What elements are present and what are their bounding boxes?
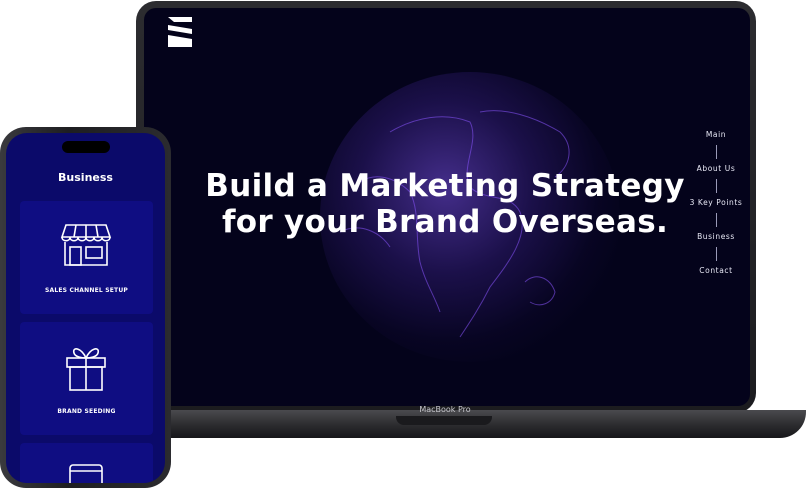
nav-divider [715, 213, 717, 227]
nav-item-main[interactable]: Main [684, 130, 748, 140]
monitor-icon [69, 464, 103, 483]
laptop-notch [396, 416, 492, 425]
nav-divider [715, 247, 717, 261]
phone-screen: Business SALES CHANNEL SETUP BRAND SEEDI… [6, 133, 165, 483]
side-navigation: Main About Us 3 Key Points Business Cont… [684, 130, 748, 276]
business-card-sales-channel[interactable]: SALES CHANNEL SETUP [20, 201, 153, 314]
laptop-model-label: MacBook Pro [419, 405, 471, 414]
phone-mockup: Business SALES CHANNEL SETUP BRAND SEEDI… [0, 127, 171, 488]
hero-title-line-2: for your Brand Overseas. [221, 204, 669, 240]
brand-logo-icon[interactable] [166, 15, 196, 49]
hero-title: Build a Marketing Strategy for your Bran… [200, 168, 690, 240]
card-label: BRAND SEEDING [57, 408, 116, 415]
page-title: Business [58, 171, 113, 184]
nav-item-contact[interactable]: Contact [684, 266, 748, 276]
nav-divider [715, 145, 717, 159]
nav-item-about-us[interactable]: About Us [684, 164, 748, 174]
business-card-brand-seeding[interactable]: BRAND SEEDING [20, 322, 153, 435]
hero-title-line-1: Build a Marketing Strategy [205, 168, 685, 204]
dynamic-island [62, 141, 110, 153]
storefront-icon [60, 224, 112, 266]
nav-divider [715, 179, 717, 193]
card-label: SALES CHANNEL SETUP [44, 287, 128, 294]
business-card-third[interactable] [20, 443, 153, 483]
nav-item-business[interactable]: Business [684, 232, 748, 242]
nav-item-key-points[interactable]: 3 Key Points [684, 198, 748, 208]
gift-box-icon [66, 348, 106, 391]
